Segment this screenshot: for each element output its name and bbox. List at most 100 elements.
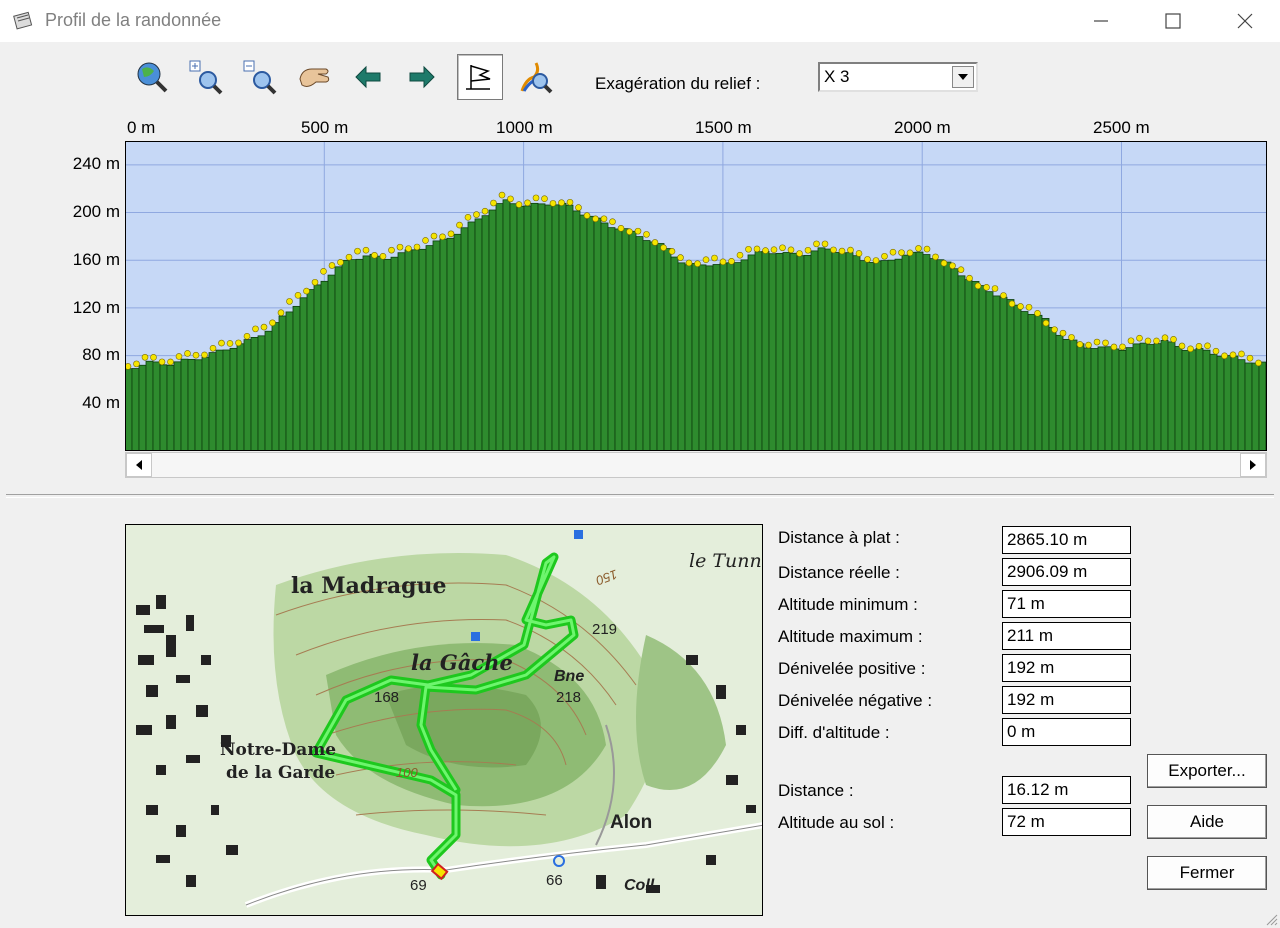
profile-point <box>328 262 336 269</box>
profile-bar <box>810 250 819 451</box>
profile-bar <box>1209 353 1218 451</box>
profile-point <box>1246 354 1254 362</box>
profile-point <box>371 251 378 259</box>
profile-point <box>362 246 370 254</box>
profile-bar <box>621 228 630 451</box>
profile-bar <box>131 368 140 451</box>
profile-point <box>396 243 404 251</box>
profile-bar <box>733 262 742 451</box>
profile-bar <box>411 249 420 451</box>
scroll-left-button[interactable] <box>126 453 152 477</box>
profile-bar <box>635 236 644 451</box>
profile-bar <box>845 252 854 451</box>
profile-point <box>345 253 353 261</box>
minimize-button[interactable] <box>1065 0 1137 42</box>
relief-dropdown-button[interactable] <box>952 66 974 88</box>
relief-select[interactable]: X 3 <box>818 62 978 92</box>
previous-button[interactable] <box>345 54 391 100</box>
profile-point <box>1051 326 1058 333</box>
pan-hand-button[interactable] <box>291 54 337 100</box>
profile-point <box>379 253 387 260</box>
profile-bar <box>138 364 147 451</box>
profile-point <box>141 353 149 361</box>
export-button[interactable]: Exporter... <box>1147 754 1267 788</box>
next-button[interactable] <box>399 54 445 100</box>
map-label-219: 219 <box>592 621 618 638</box>
stat-value: 2865.10 m <box>1002 526 1131 554</box>
profile-point <box>558 199 565 207</box>
profile-bar <box>152 361 161 451</box>
path-zoom-button[interactable] <box>513 54 559 100</box>
profile-bar <box>649 241 658 451</box>
close-dialog-button[interactable]: Fermer <box>1147 856 1267 890</box>
zoom-in-button[interactable] <box>183 54 229 100</box>
profile-bar <box>1139 342 1148 451</box>
profile-bar <box>726 262 735 451</box>
profile-point <box>974 282 982 290</box>
horizontal-scrollbar[interactable] <box>125 452 1267 478</box>
profile-bar <box>502 199 511 451</box>
flag-tool-button[interactable] <box>457 54 503 100</box>
profile-point <box>294 292 302 299</box>
y-tick-label: 80 m <box>82 345 120 364</box>
profile-point <box>1059 329 1067 337</box>
profile-bar <box>1160 340 1169 451</box>
globe-zoom-button[interactable] <box>129 54 175 100</box>
profile-bar <box>306 289 315 451</box>
profile-bar <box>656 243 665 451</box>
profile-point <box>1255 359 1262 367</box>
profile-point <box>303 287 310 295</box>
profile-point <box>600 215 608 223</box>
stat-label: Altitude maximum : <box>778 627 923 646</box>
pan-hand-icon <box>299 68 330 87</box>
profile-plot[interactable] <box>125 141 1267 451</box>
profile-bar <box>1013 304 1022 451</box>
profile-bar <box>782 252 791 451</box>
profile-bar <box>964 279 973 451</box>
map-label-alon: Alon <box>610 812 653 833</box>
scroll-right-button[interactable] <box>1240 453 1266 477</box>
profile-point <box>226 340 234 347</box>
profile-bar <box>1034 314 1043 451</box>
profile-point <box>592 215 599 223</box>
profile-point <box>1110 343 1118 351</box>
profile-bar <box>859 260 868 451</box>
splitter[interactable] <box>6 494 1274 498</box>
profile-point <box>218 339 225 347</box>
maximize-button[interactable] <box>1137 0 1209 42</box>
profile-bar <box>838 252 847 451</box>
profile-bar <box>852 255 861 451</box>
profile-point <box>235 339 242 347</box>
profile-bar <box>1097 346 1106 451</box>
profile-point <box>898 249 905 256</box>
profile-bar <box>803 254 812 451</box>
profile-point <box>1017 303 1024 310</box>
close-button[interactable] <box>1209 0 1280 42</box>
zoom-out-icon <box>243 60 277 95</box>
zoom-out-button[interactable] <box>237 54 283 100</box>
profile-bar <box>1251 362 1260 451</box>
window-title: Profil de la randonnée <box>45 10 222 30</box>
profile-bar <box>572 210 581 451</box>
profile-point <box>1034 310 1041 317</box>
profile-bar <box>936 259 945 451</box>
profile-bar <box>1258 361 1267 451</box>
topo-map[interactable]: la Madrague la Gâche Notre-Dame de la Ga… <box>125 524 763 916</box>
profile-bar <box>215 349 224 451</box>
profile-bar <box>320 280 329 451</box>
resize-grip-icon[interactable] <box>1264 912 1278 926</box>
profile-bar <box>1216 355 1225 451</box>
profile-bar <box>159 364 168 451</box>
profile-point <box>702 256 710 263</box>
elevation-chart: 0 m 500 m 1000 m 1500 m 2000 m 2500 m 24… <box>0 108 1280 453</box>
profile-point <box>575 204 582 211</box>
profile-point <box>1144 337 1152 345</box>
y-tick-label: 40 m <box>82 393 120 412</box>
help-button[interactable]: Aide <box>1147 805 1267 839</box>
profile-bar <box>929 258 938 451</box>
profile-bar <box>873 260 882 451</box>
profile-bar <box>334 266 343 451</box>
profile-bar <box>593 217 602 451</box>
profile-bar <box>642 240 651 451</box>
stat-label: Dénivelée positive : <box>778 659 926 678</box>
